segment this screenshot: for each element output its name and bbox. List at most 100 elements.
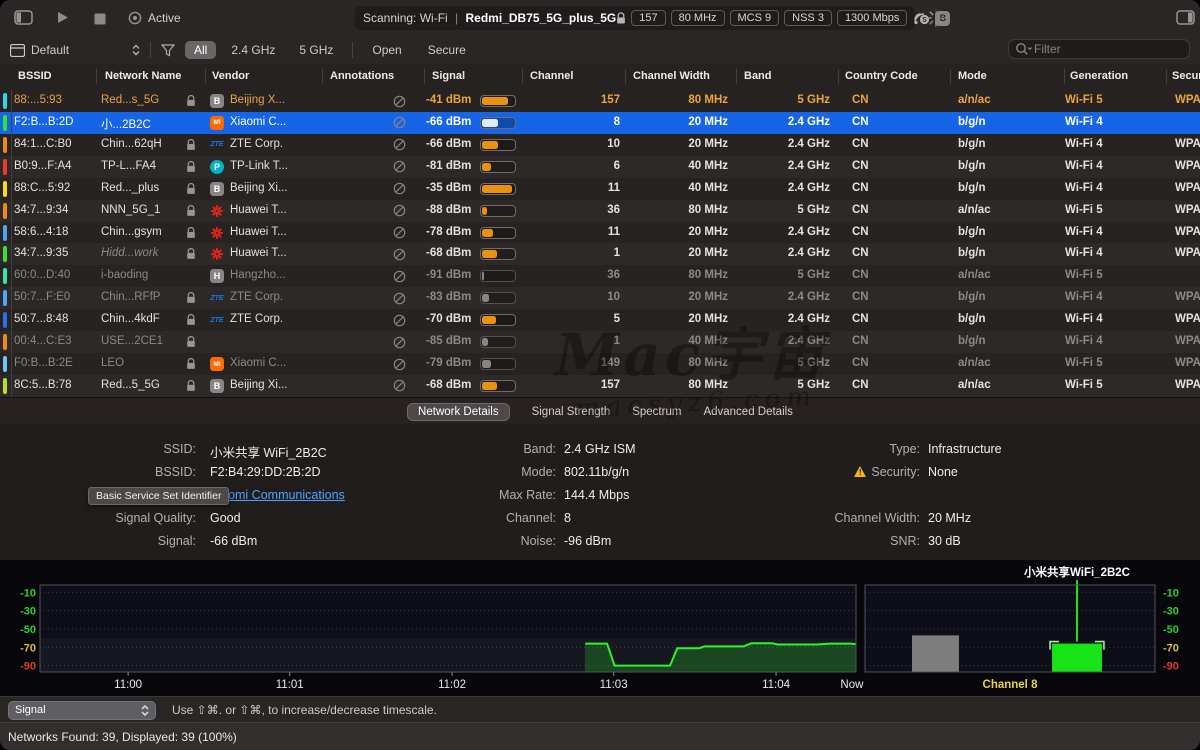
beijing-vendor-icon: B — [210, 379, 224, 393]
no-annotation-icon — [393, 95, 406, 108]
column-header-channel-width[interactable]: Channel Width — [633, 70, 710, 82]
svg-text:Channel 8: Channel 8 — [983, 679, 1039, 691]
svg-text:-90: -90 — [1163, 661, 1179, 673]
cell-signal: -68 dBm — [426, 379, 476, 391]
channel-color-strip — [3, 356, 7, 372]
signal-strength-bar — [480, 380, 516, 392]
table-row[interactable]: F2:B...B:2D小...2B2CMIXiaomi C...-66 dBm8… — [0, 112, 1200, 134]
cell-network-name: i-baoding — [101, 269, 181, 281]
cell-generation: Wi-Fi 4 — [1065, 247, 1145, 259]
signal-strength-bar — [480, 205, 516, 217]
huawei-vendor-icon — [210, 226, 224, 240]
cell-mode: a/n/ac — [958, 269, 1038, 281]
cell-vendor: Beijing Xi... — [230, 379, 325, 391]
header-divider — [96, 69, 97, 84]
no-annotation-icon — [393, 204, 406, 217]
cell-mode: a/n/ac — [958, 204, 1038, 216]
cell-generation: Wi-Fi 5 — [1065, 379, 1145, 391]
cell-country-code: CN — [852, 313, 912, 325]
cell-band: 5 GHz — [740, 269, 830, 281]
cell-country-code: CN — [852, 226, 912, 238]
cell-generation: Wi-Fi 4 — [1065, 226, 1145, 238]
svg-text:小米共享WiFi_2B2C: 小米共享WiFi_2B2C — [1023, 565, 1130, 579]
xiaomi-vendor-icon: MI — [210, 116, 224, 130]
vendor-link[interactable]: Xiaomi Communications — [210, 488, 345, 502]
cell-vendor: Xiaomi C... — [230, 116, 325, 128]
sidebar-left-toggle-icon[interactable] — [14, 10, 33, 30]
stop-button-icon[interactable] — [94, 12, 106, 30]
signal-strength-bar — [480, 248, 516, 260]
table-header[interactable]: BSSID Network Name Vendor Annotations Signal… — [0, 64, 1200, 91]
funnel-filter-icon[interactable] — [161, 44, 175, 57]
channel-color-strip — [3, 137, 7, 153]
play-button-icon[interactable] — [56, 11, 69, 29]
cell-network-name: NNN_5G_1 — [101, 204, 181, 216]
column-header-signal[interactable]: Signal — [432, 70, 465, 82]
cell-signal: -78 dBm — [426, 226, 476, 238]
table-row[interactable]: 84:1...C:B0Chin...62qHZTEZTE Corp.-66 dB… — [0, 134, 1200, 156]
signal-strength-bar — [480, 292, 516, 304]
band-filter-5-ghz[interactable]: 5 GHz — [290, 41, 342, 59]
band-filter-2-4-ghz[interactable]: 2.4 GHz — [222, 41, 284, 59]
svg-text:11:04: 11:04 — [762, 679, 791, 691]
table-row[interactable]: 34:7...9:34NNN_5G_1Huawei T...-88 dBm368… — [0, 200, 1200, 222]
signal-strength-bar — [480, 161, 516, 173]
graph-metric-select[interactable]: Signal — [8, 701, 156, 720]
svg-text:11:01: 11:01 — [276, 679, 304, 691]
svg-text:-30: -30 — [1163, 606, 1179, 618]
cell-country-code: CN — [852, 379, 912, 391]
table-row[interactable]: 34:7...9:35Hidd...workHuawei T...-68 dBm… — [0, 243, 1200, 265]
security-filter-open[interactable]: Open — [363, 41, 410, 59]
channel-color-strip — [3, 378, 7, 394]
filter-search-input[interactable] — [1032, 41, 1176, 57]
column-header-channel[interactable]: Channel — [530, 70, 573, 82]
column-header-mode[interactable]: Mode — [958, 70, 987, 82]
timescale-hint: Use ⇧⌘. or ⇧⌘, to increase/decrease time… — [172, 703, 437, 717]
cell-vendor: Huawei T... — [230, 204, 325, 216]
table-row[interactable]: B0:9...F:A4TP-L...FA4PTP-Link T...-81 dB… — [0, 156, 1200, 178]
tplink-vendor-icon: P — [210, 160, 224, 174]
stepper-chevrons-icon — [132, 44, 140, 56]
column-header-vendor[interactable]: Vendor — [212, 70, 249, 82]
phy-badge: 1300 Mbps — [837, 10, 907, 26]
cell-bssid: 00:4...C:E3 — [14, 335, 98, 347]
scan-network-name: Redmi_DB75_5G_plus_5G — [466, 11, 617, 25]
table-row[interactable]: 58:6...4:18Chin...gsymHuawei T...-78 dBm… — [0, 222, 1200, 244]
active-mode-button[interactable]: Active — [128, 11, 181, 25]
lock-icon — [186, 248, 196, 260]
cell-channel: 36 — [530, 269, 620, 281]
svg-text:-70: -70 — [1163, 642, 1179, 654]
cell-band: 2.4 GHz — [740, 247, 830, 259]
table-row[interactable]: 50:7...F:E0Chin...RFfPZTEZTE Corp.-83 dB… — [0, 287, 1200, 309]
column-header-security[interactable]: Security — [1172, 70, 1200, 82]
search-field[interactable] — [1008, 39, 1190, 59]
warning-icon: ! — [854, 466, 866, 477]
cell-network-name: Red...s_5G — [101, 94, 181, 106]
detail-value: 2.4 GHz ISM — [564, 442, 636, 456]
column-header-annotations[interactable]: Annotations — [330, 70, 394, 82]
band-filter-all[interactable]: All — [185, 41, 216, 59]
table-row[interactable]: 88:...5:93Red...s_5GBBeijing X...-41 dBm… — [0, 90, 1200, 112]
table-row[interactable]: 60:0...D:40i-baodingHHangzho...-91 dBm36… — [0, 265, 1200, 287]
column-header-country-code[interactable]: Country Code — [845, 70, 918, 82]
cell-vendor: ZTE Corp. — [230, 313, 325, 325]
cell-channel-width: 20 MHz — [638, 247, 728, 259]
cell-security: WPA2 — [1175, 247, 1200, 259]
cell-generation: Wi-Fi 4 — [1065, 116, 1145, 128]
cell-bssid: F2:B...B:2D — [14, 116, 98, 128]
column-header-band[interactable]: Band — [744, 70, 772, 82]
column-header-network-name[interactable]: Network Name — [105, 70, 181, 82]
column-header-bssid[interactable]: BSSID — [18, 70, 52, 82]
cell-signal: -41 dBm — [426, 94, 476, 106]
preset-popup-button[interactable]: Default — [10, 43, 140, 57]
cell-signal: -85 dBm — [426, 335, 476, 347]
cell-generation: Wi-Fi 4 — [1065, 313, 1145, 325]
table-row[interactable]: 88:C...5:92Red..._plusBBeijing Xi...-35 … — [0, 178, 1200, 200]
sidebar-right-toggle-icon[interactable] — [1176, 10, 1195, 30]
cell-band: 2.4 GHz — [740, 291, 830, 303]
column-header-generation[interactable]: Generation — [1070, 70, 1128, 82]
tab-network-details[interactable]: Network Details — [407, 403, 510, 421]
lock-icon — [186, 183, 196, 195]
header-divider — [1064, 69, 1065, 84]
security-filter-secure[interactable]: Secure — [419, 41, 475, 59]
